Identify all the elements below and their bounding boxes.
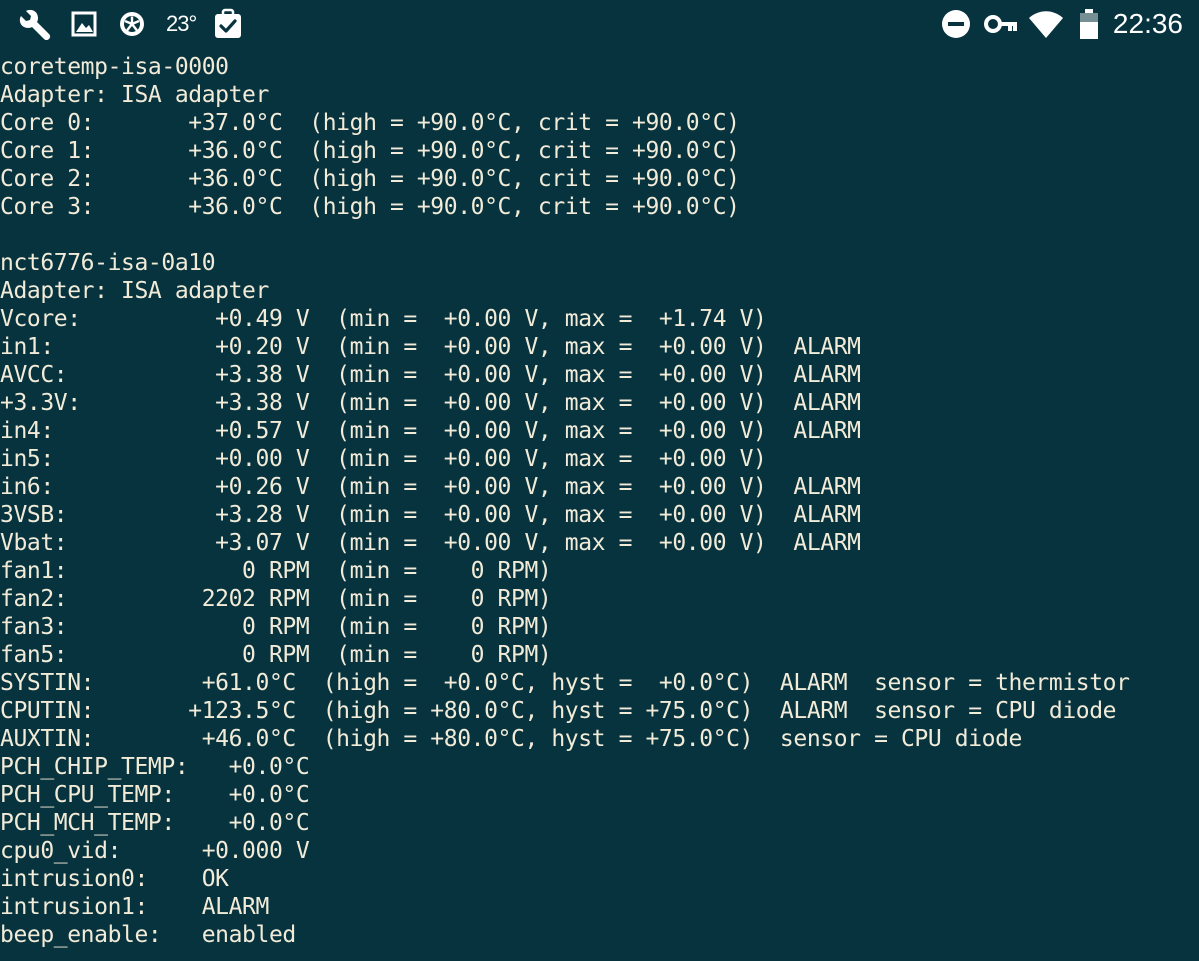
terminal-line: beep_enable: enabled xyxy=(0,922,296,948)
terminal-line: CPUTIN: +123.5°C (high = +80.0°C, hyst =… xyxy=(0,698,1117,724)
terminal-line: cpu0_vid: +0.000 V xyxy=(0,838,310,864)
terminal-line: in5: +0.00 V (min = +0.00 V, max = +0.00… xyxy=(0,446,767,472)
weather-icon xyxy=(120,12,144,36)
terminal-line: Core 0: +37.0°C (high = +90.0°C, crit = … xyxy=(0,110,740,136)
terminal-line: fan1: 0 RPM (min = 0 RPM) xyxy=(0,558,552,584)
terminal-output[interactable]: coretemp-isa-0000 Adapter: ISA adapter Cor… xyxy=(0,53,1199,958)
terminal-line: PCH_CPU_TEMP: +0.0°C xyxy=(0,782,310,808)
terminal-line: PCH_MCH_TEMP: +0.0°C xyxy=(0,810,310,836)
terminal-line: SYSTIN: +61.0°C (high = +0.0°C, hyst = +… xyxy=(0,670,1130,696)
terminal-line: +3.3V: +3.38 V (min = +0.00 V, max = +0.… xyxy=(0,390,861,416)
terminal-line: Core 1: +36.0°C (high = +90.0°C, crit = … xyxy=(0,138,740,164)
terminal-line: fan5: 0 RPM (min = 0 RPM) xyxy=(0,642,552,668)
clipboard-check-icon xyxy=(215,8,241,38)
terminal-line: Vcore: +0.49 V (min = +0.00 V, max = +1.… xyxy=(0,306,767,332)
terminal-line: Adapter: ISA adapter xyxy=(0,82,269,108)
terminal-line: 3VSB: +3.28 V (min = +0.00 V, max = +0.0… xyxy=(0,502,861,528)
terminal-line: fan3: 0 RPM (min = 0 RPM) xyxy=(0,614,552,640)
do-not-disturb-icon xyxy=(942,10,970,38)
terminal-line: in4: +0.57 V (min = +0.00 V, max = +0.00… xyxy=(0,418,861,444)
terminal-line: PCH_CHIP_TEMP: +0.0°C xyxy=(0,754,310,780)
battery-icon xyxy=(1080,9,1098,39)
terminal-line: nct6776-isa-0a10 xyxy=(0,250,216,276)
terminal-line: coretemp-isa-0000 xyxy=(0,54,229,80)
terminal-line: AUXTIN: +46.0°C (high = +80.0°C, hyst = … xyxy=(0,726,1022,752)
terminal-line: Adapter: ISA adapter xyxy=(0,278,269,304)
terminal-line: AVCC: +3.38 V (min = +0.00 V, max = +0.0… xyxy=(0,362,861,388)
terminal-line: in6: +0.26 V (min = +0.00 V, max = +0.00… xyxy=(0,474,861,500)
terminal-line: in1: +0.20 V (min = +0.00 V, max = +0.00… xyxy=(0,334,861,360)
temperature-text: 23° xyxy=(166,11,197,36)
clock: 22:36 xyxy=(1112,8,1183,39)
wrench-icon xyxy=(19,9,51,40)
terminal-line: fan2: 2202 RPM (min = 0 RPM) xyxy=(0,586,552,612)
terminal-line: intrusion0: OK xyxy=(0,866,229,892)
terminal-line: Core 3: +36.0°C (high = +90.0°C, crit = … xyxy=(0,194,740,220)
wifi-icon xyxy=(1029,11,1063,38)
terminal-line: Core 2: +36.0°C (high = +90.0°C, crit = … xyxy=(0,166,740,192)
status-bar: 23° 22:36 xyxy=(0,0,1199,50)
image-icon xyxy=(71,11,97,37)
terminal-line: intrusion1: ALARM xyxy=(0,894,269,920)
terminal-line: Vbat: +3.07 V (min = +0.00 V, max = +0.0… xyxy=(0,530,861,556)
vpn-key-icon xyxy=(984,15,1017,33)
